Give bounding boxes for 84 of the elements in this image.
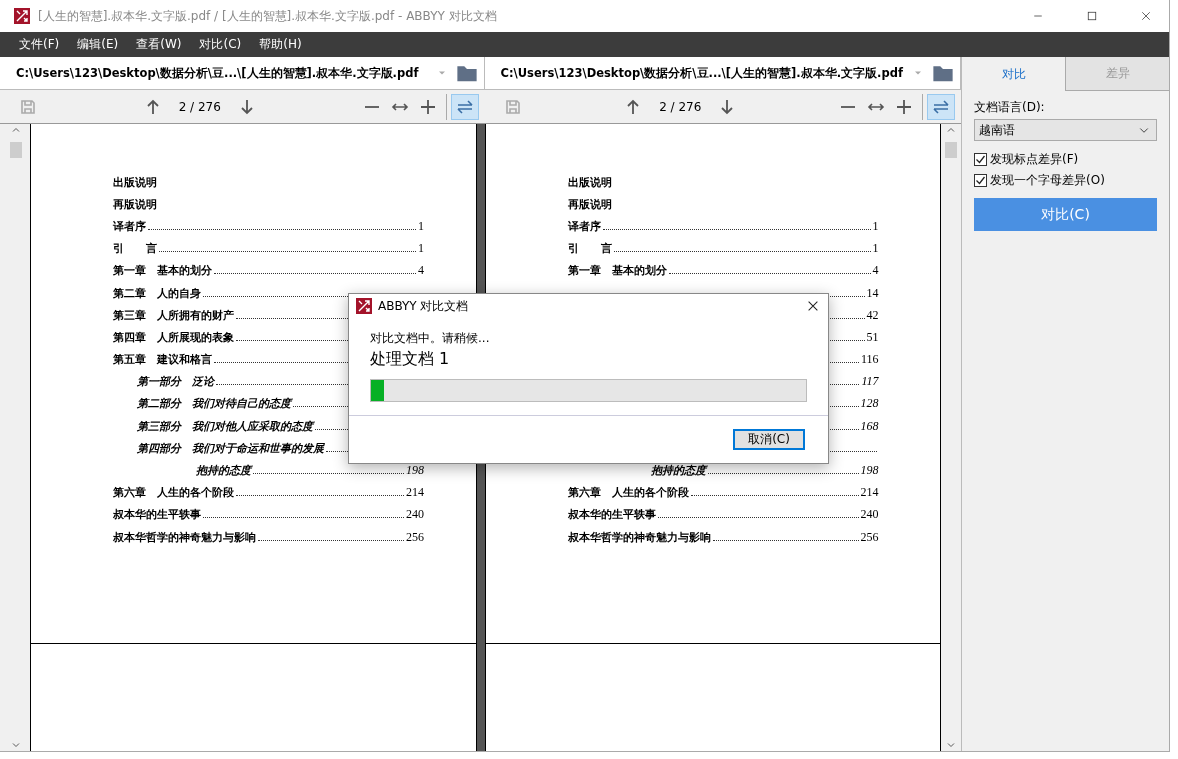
toc-page-number: 128: [860, 396, 879, 412]
toc-entry-title: 叔本华的生平轶事: [113, 507, 201, 523]
toc-entry-title: 第一部分 泛论: [137, 374, 214, 390]
toc-entry-title: 第四章 人所展现的表象: [113, 329, 234, 345]
toc-page-number: 198: [406, 463, 424, 479]
close-icon: [1140, 10, 1152, 22]
toc-page-number: 256: [860, 529, 879, 545]
menu-item[interactable]: 文件(F): [10, 36, 69, 53]
toc-page-number: 42: [866, 307, 879, 323]
page-indicator: 2 / 276: [178, 99, 221, 114]
toc-page-number: 240: [406, 507, 424, 523]
toc-page-number: 4: [872, 263, 879, 279]
toc-entry-title: 译者序: [113, 218, 146, 234]
toc-page-number: 117: [861, 374, 879, 390]
toc-entry-title: 叔本华的生平轶事: [567, 507, 656, 523]
down-arrow-icon: [238, 98, 255, 115]
checkbox[interactable]: [974, 174, 987, 187]
checkbox[interactable]: [974, 153, 987, 166]
scrollbar-thumb[interactable]: [10, 142, 22, 158]
toc-entry-title: 第五章 建议和格言: [113, 352, 212, 368]
toc-entry-title: 抱持的态度: [196, 463, 251, 479]
checkbox-label[interactable]: 发现标点差异(F): [990, 151, 1079, 168]
status-message: 对比文档中。请稍候...: [370, 330, 491, 347]
field-label: 文档语言(D):: [974, 99, 1046, 116]
toc-entry-title: 第三章 人所拥有的财产: [113, 307, 234, 323]
save-icon: [504, 98, 521, 115]
toc-entry-title: 再版说明: [113, 196, 157, 212]
down-arrow-icon: [719, 98, 736, 115]
toc-page-number: 240: [860, 507, 879, 523]
toc-entry-title: 叔本华哲学的神奇魅力与影响: [113, 529, 256, 545]
toc-page-number: 256: [406, 529, 424, 545]
plus-icon: [896, 98, 912, 115]
progress-status: 处理文档 1: [370, 349, 451, 370]
toc-entry-title: 第三部分 我们对他人应采取的态度: [137, 418, 313, 434]
toc-entry-title: 译者序: [567, 218, 601, 234]
toc-entry-title: 抱持的态度: [650, 463, 706, 479]
cancel-button[interactable]: 取消(C): [733, 429, 805, 450]
menu-item[interactable]: 编辑(E): [68, 36, 128, 53]
toc-entry-title: 出版说明: [113, 174, 157, 190]
menu-item[interactable]: 对比(C): [190, 36, 251, 53]
window-title: [人生的智慧].叔本华.文字版.pdf / [人生的智慧].叔本华.文字版.pdf - ABBYY 对比文档: [38, 7, 498, 25]
toc-entry-title: 再版说明: [567, 196, 612, 212]
sync-scroll-button[interactable]: [927, 93, 955, 120]
toc-page-number: 214: [860, 485, 879, 501]
toc-entry-title: 第一章 基本的划分: [113, 263, 212, 279]
minus-icon: [840, 105, 856, 108]
plus-icon: [419, 98, 436, 115]
toc-page-number: 1: [418, 241, 424, 257]
toc-page-number: 198: [860, 463, 879, 479]
toc-page-number: 116: [860, 352, 879, 368]
minus-icon: [363, 105, 380, 108]
app-logo-icon: [14, 8, 30, 24]
toc-entry-title: 第二部分 我们对待自己的态度: [137, 396, 291, 412]
sync-scroll-button[interactable]: [450, 93, 479, 120]
toc-entry-title: 第六章 人生的各个阶段: [567, 485, 689, 501]
toc-entry-title: 引 言: [567, 241, 612, 257]
toc-page-number: 1: [872, 241, 879, 257]
toc-entry-title: 第四部分 我们对于命运和世事的发展: [137, 440, 324, 456]
checkbox-label[interactable]: 发现一个字母差异(O): [990, 172, 1105, 189]
swap-arrows-icon: [455, 98, 474, 115]
toc-entry-title: 第一章 基本的划分: [567, 263, 667, 279]
toc-entry-title: 出版说明: [567, 174, 612, 190]
toc-page-number: 1: [872, 218, 879, 234]
language-dropdown[interactable]: 越南语: [974, 119, 1157, 141]
menu-item[interactable]: 查看(W): [127, 36, 191, 53]
dialog-logo-icon: [356, 298, 372, 314]
save-icon: [20, 98, 36, 115]
dialog-title: ABBYY 对比文档: [378, 297, 470, 315]
toc-entry-title: 引 言: [113, 241, 157, 257]
scrollbar-thumb[interactable]: [945, 142, 957, 158]
toc-entry-title: 叔本华哲学的神奇魅力与影响: [567, 529, 711, 545]
toc-page-number: 168: [860, 418, 879, 434]
toc-page-number: 14: [866, 285, 879, 301]
toc-page-number: 51: [866, 329, 879, 345]
page-indicator: 2 / 276: [659, 99, 702, 114]
close-icon: [806, 299, 820, 313]
toc-page-number: 4: [418, 263, 424, 279]
maximize-icon: [1086, 10, 1098, 22]
menu-item[interactable]: 帮助(H): [250, 36, 311, 53]
toc-page-number: 214: [406, 485, 424, 501]
toc-entry-title: 第六章 人生的各个阶段: [113, 485, 234, 501]
swap-arrows-icon: [932, 98, 950, 115]
toc-entry-title: 第二章 人的自身: [113, 285, 201, 301]
toc-page-number: 1: [418, 218, 424, 234]
